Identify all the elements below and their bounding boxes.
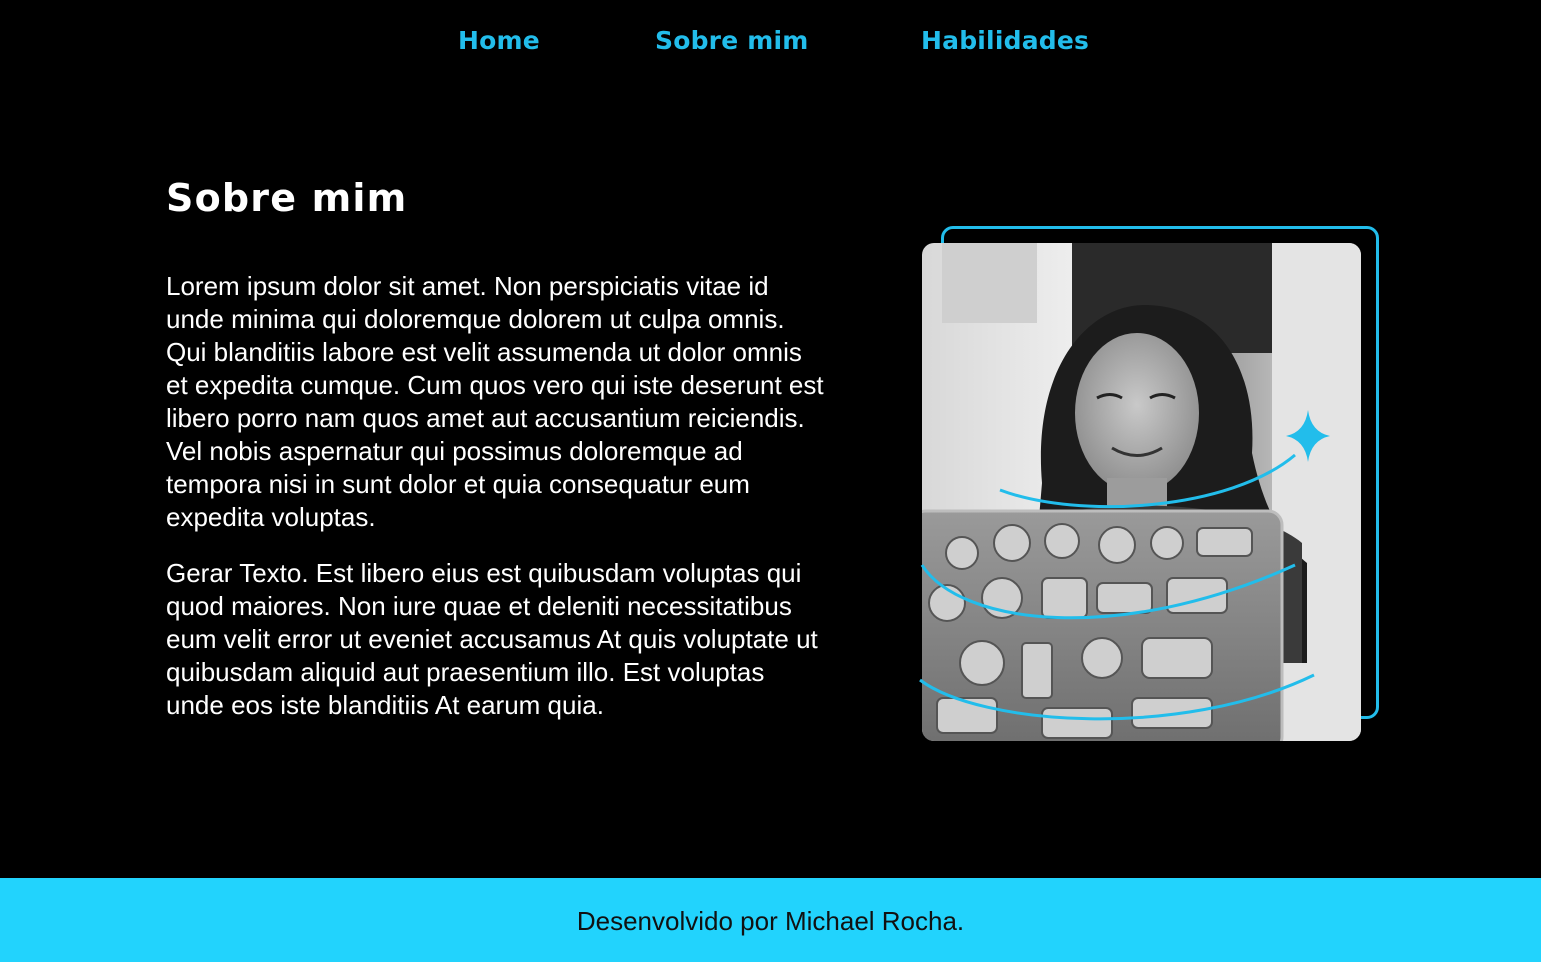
sparkle-icon bbox=[1286, 410, 1330, 462]
nav-link-home[interactable]: Home bbox=[458, 26, 540, 55]
about-text: Lorem ipsum dolor sit amet. Non perspici… bbox=[166, 270, 826, 745]
nav-link-sobre-mim[interactable]: Sobre mim bbox=[655, 26, 809, 55]
decorative-orbit-lines bbox=[919, 410, 1330, 721]
nav-link-habilidades[interactable]: Habilidades bbox=[921, 26, 1089, 55]
about-paragraph-2: Gerar Texto. Est libero eius est quibusd… bbox=[166, 558, 818, 720]
section-title: Sobre mim bbox=[166, 176, 408, 220]
footer: Desenvolvido por Michael Rocha. bbox=[0, 878, 1541, 962]
main-nav: Home Sobre mim Habilidades bbox=[0, 0, 1541, 88]
footer-credit: Desenvolvido por Michael Rocha. bbox=[576, 906, 965, 936]
about-paragraph-1: Lorem ipsum dolor sit amet. Non perspici… bbox=[166, 271, 824, 532]
